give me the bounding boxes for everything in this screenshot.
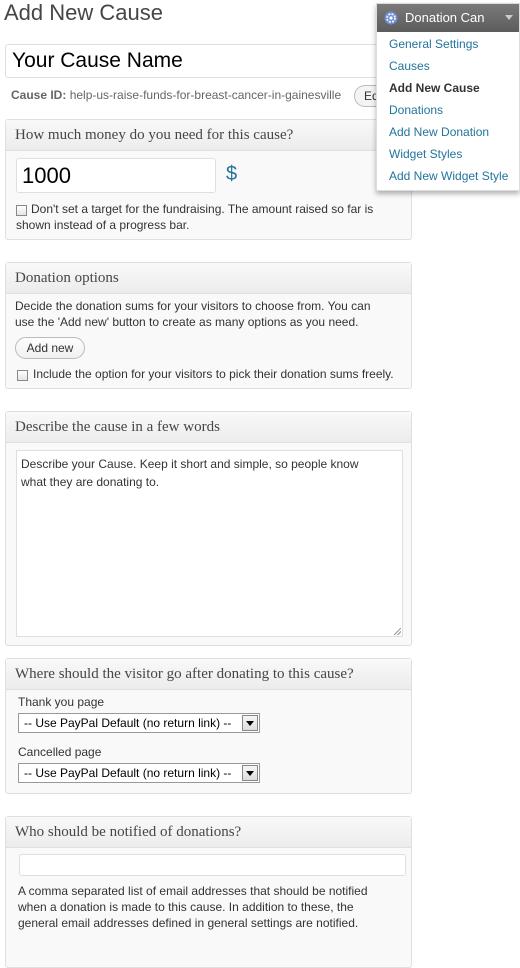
redirect-title: Where should the visitor go after donati… bbox=[6, 659, 411, 690]
no-target-checkbox[interactable] bbox=[16, 205, 27, 216]
donation-options-desc-line1: Decide the donation sums for your visito… bbox=[15, 299, 371, 313]
cause-id-row: Cause ID: help-us-raise-funds-for-breast… bbox=[11, 88, 341, 102]
free-sum-checkbox[interactable] bbox=[17, 370, 28, 381]
describe-cause-title: Describe the cause in a few words bbox=[6, 412, 411, 443]
chevron-down-icon[interactable] bbox=[505, 15, 513, 20]
add-new-button[interactable]: Add new bbox=[15, 337, 85, 359]
target-amount-title: How much money do you need for this caus… bbox=[6, 120, 411, 151]
notify-help-line2: when a donation is made to this cause. I… bbox=[18, 900, 354, 914]
free-sum-label: Include the option for your visitors to … bbox=[33, 367, 394, 381]
cause-description-textarea[interactable]: Describe your Cause. Keep it short and s… bbox=[16, 450, 403, 637]
menu-item-widget-styles[interactable]: Widget Styles bbox=[389, 147, 462, 161]
donation-options-box: Donation options Decide the donation sum… bbox=[5, 262, 412, 389]
gear-icon bbox=[384, 11, 398, 25]
notify-title: Who should be notified of donations? bbox=[6, 817, 411, 848]
target-amount-input[interactable]: 1000 bbox=[16, 158, 216, 193]
donation-options-desc-line2: use the 'Add new' button to create as ma… bbox=[15, 315, 359, 329]
chevron-down-icon[interactable] bbox=[242, 765, 258, 781]
menu-item-add-new-widget-style[interactable]: Add New Widget Style bbox=[389, 169, 508, 183]
menu-item-add-new-cause[interactable]: Add New Cause bbox=[389, 81, 480, 95]
thank-you-page-value: -- Use PayPal Default (no return link) -… bbox=[24, 716, 232, 730]
redirect-box: Where should the visitor go after donati… bbox=[5, 658, 412, 794]
page-title: Add New Cause bbox=[4, 0, 163, 25]
cancelled-page-value: -- Use PayPal Default (no return link) -… bbox=[24, 766, 232, 780]
menu-item-general-settings[interactable]: General Settings bbox=[389, 37, 478, 51]
thank-you-page-select[interactable]: -- Use PayPal Default (no return link) -… bbox=[18, 713, 260, 733]
notify-box: Who should be notified of donations? A c… bbox=[5, 816, 412, 968]
cause-id-value: help-us-raise-funds-for-breast-cancer-in… bbox=[69, 88, 342, 102]
chevron-down-icon[interactable] bbox=[242, 715, 258, 731]
cause-name-input[interactable]: Your Cause Name bbox=[5, 44, 385, 78]
notify-help-line1: A comma separated list of email addresse… bbox=[18, 884, 368, 898]
no-target-label-line1: Don't set a target for the fundraising. … bbox=[31, 202, 374, 216]
describe-cause-box: Describe the cause in a few words Descri… bbox=[5, 411, 412, 646]
donation-can-menu: Donation Can General Settings Causes Add… bbox=[376, 3, 520, 191]
no-target-label-line2: shown instead of a progress bar. bbox=[16, 218, 190, 232]
notify-email-input[interactable] bbox=[19, 854, 406, 876]
menu-item-causes[interactable]: Causes bbox=[389, 59, 430, 73]
donation-can-menu-title: Donation Can bbox=[405, 10, 485, 25]
cancelled-page-label: Cancelled page bbox=[18, 745, 102, 759]
donation-options-title: Donation options bbox=[6, 263, 411, 294]
notify-help-line3: general email addresses defined in gener… bbox=[18, 916, 359, 930]
description-line2: what they are donating to. bbox=[21, 475, 160, 489]
cause-id-label: Cause ID: bbox=[11, 88, 67, 102]
target-amount-box: How much money do you need for this caus… bbox=[5, 119, 412, 240]
resize-handle-icon[interactable] bbox=[394, 628, 401, 635]
donation-can-menu-header[interactable]: Donation Can bbox=[377, 4, 519, 32]
menu-item-add-new-donation[interactable]: Add New Donation bbox=[389, 125, 489, 139]
cancelled-page-select[interactable]: -- Use PayPal Default (no return link) -… bbox=[18, 763, 260, 783]
thank-you-page-label: Thank you page bbox=[18, 695, 105, 709]
currency-symbol: $ bbox=[226, 163, 238, 185]
description-line1: Describe your Cause. Keep it short and s… bbox=[21, 457, 359, 471]
menu-item-donations[interactable]: Donations bbox=[389, 103, 443, 117]
